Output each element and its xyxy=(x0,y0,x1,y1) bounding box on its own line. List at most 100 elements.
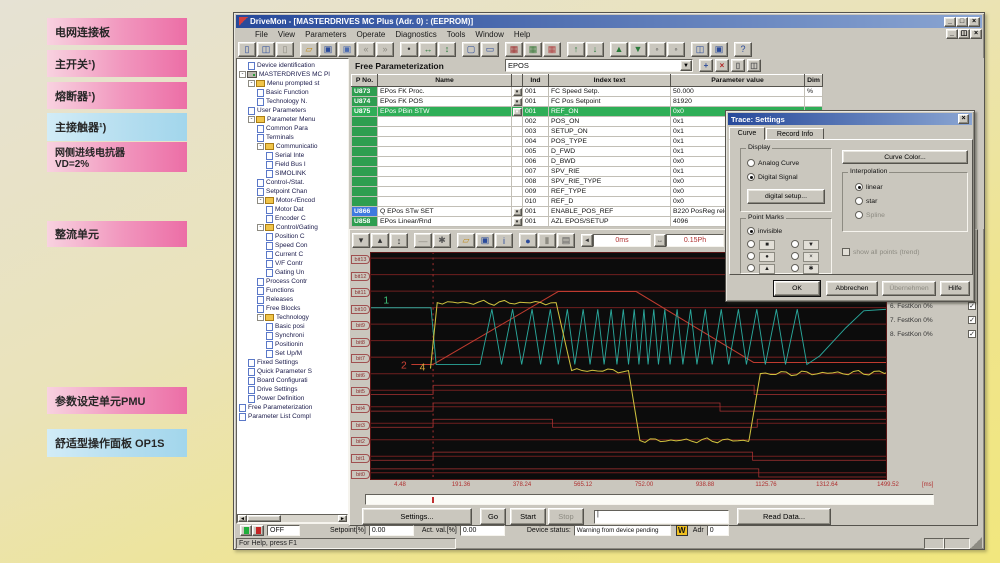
tree-expand-icon[interactable]: - xyxy=(257,197,264,204)
resize-grip[interactable] xyxy=(970,537,982,549)
undo-disabled-icon[interactable]: « xyxy=(357,42,375,57)
dialog-title-bar[interactable]: Trace: Settings × xyxy=(728,113,972,125)
child-minimize-button[interactable]: _ xyxy=(946,29,958,39)
column-header[interactable] xyxy=(512,75,523,87)
tree-item[interactable]: Encoder C xyxy=(237,214,348,223)
index-dropdown-icon[interactable]: ▾ xyxy=(513,218,522,226)
field-prefix-icon[interactable]: ↔ xyxy=(654,234,666,247)
scroll-right-button[interactable]: ► xyxy=(338,515,347,522)
menu-item-window[interactable]: Window xyxy=(470,30,508,39)
tree-item[interactable]: -Technology xyxy=(237,313,348,322)
tree-item[interactable]: User Parameters xyxy=(237,106,348,115)
scroll-thumb[interactable] xyxy=(247,515,281,522)
pause-icon[interactable]: ▮ xyxy=(538,233,556,248)
dot-a-icon[interactable]: ◦ xyxy=(648,42,666,57)
radio-mark[interactable] xyxy=(747,240,755,248)
radio-interp-spline[interactable]: Spline xyxy=(855,211,885,219)
tree-item[interactable]: Speed Con xyxy=(237,241,348,250)
ok-button[interactable]: OK xyxy=(774,281,820,296)
close-button[interactable]: × xyxy=(968,17,980,27)
chevron-down-icon[interactable]: ▼ xyxy=(680,60,692,71)
tree-item[interactable]: Free Parameterization xyxy=(237,403,348,412)
curve-color-button[interactable]: Curve Color... xyxy=(842,150,968,164)
delete-parameter-button[interactable]: × xyxy=(715,59,729,72)
radio-analog-curve[interactable]: Analog Curve xyxy=(747,159,799,167)
tree-item[interactable]: -Menu prompted st xyxy=(237,79,348,88)
info-icon[interactable]: i xyxy=(495,233,513,248)
copy-list-button[interactable]: ◫ xyxy=(747,59,761,72)
radio-mark[interactable] xyxy=(791,240,799,248)
tree-item[interactable]: -Communicatio xyxy=(237,142,348,151)
ball-icon[interactable]: ● xyxy=(519,233,537,248)
read-data-button[interactable]: Read Data... xyxy=(737,508,831,525)
parameter-set-combo[interactable]: EPOS ▼ xyxy=(505,59,693,72)
tree-item[interactable]: Free Blocks xyxy=(237,304,348,313)
abbrechen-button[interactable]: Abbrechen xyxy=(826,281,878,296)
radio-mark[interactable] xyxy=(747,264,755,272)
radio-mark[interactable] xyxy=(747,252,755,260)
child-close-button[interactable]: × xyxy=(970,29,982,39)
tree-item[interactable]: Power Definition xyxy=(237,394,348,403)
tree-item[interactable]: Setpoint Chan xyxy=(237,187,348,196)
param-multi-icon[interactable]: ▦ xyxy=(524,42,542,57)
save-icon[interactable]: ▣ xyxy=(319,42,337,57)
param-x-icon[interactable]: ▦ xyxy=(543,42,561,57)
settings-button[interactable]: Settings... xyxy=(362,508,472,525)
column-header[interactable]: Parameter value xyxy=(671,75,805,87)
tree-item[interactable]: Fixed Settings xyxy=(237,358,348,367)
cascade-window-icon[interactable]: ▣ xyxy=(710,42,728,57)
tree-item[interactable]: Current C xyxy=(237,250,348,259)
menu-item-tools[interactable]: Tools xyxy=(442,30,471,39)
tree-item[interactable]: -Control/Gating xyxy=(237,223,348,232)
new-doc-icon[interactable]: ▯ xyxy=(238,42,256,57)
digital-setup-button[interactable]: digital setup... xyxy=(747,189,825,204)
tree-item[interactable]: Synchroni xyxy=(237,331,348,340)
tree-item[interactable]: Field Bus I xyxy=(237,160,348,169)
tree-item[interactable]: Basic posi xyxy=(237,322,348,331)
folder-open-icon[interactable]: ▱ xyxy=(457,233,475,248)
download-icon[interactable]: ↓ xyxy=(586,42,604,57)
tree-item[interactable]: Motor Dat xyxy=(237,205,348,214)
tree-item[interactable]: Positionin xyxy=(237,340,348,349)
index-dropdown-icon[interactable]: ▾ xyxy=(513,208,522,216)
trace-message-field[interactable]: | xyxy=(594,510,729,524)
column-header[interactable]: Name xyxy=(378,75,512,87)
show-all-points-checkbox[interactable]: show all points (trend) xyxy=(842,248,920,256)
table-row[interactable]: U873EPos FK Proc.▾001FC Speed Setp.50.00… xyxy=(352,87,823,97)
legend-checkbox[interactable]: ✓ xyxy=(968,316,976,324)
time-cursor-field[interactable]: 0ms xyxy=(593,234,651,247)
target-icon[interactable]: • xyxy=(400,42,418,57)
cursor-off-icon[interactable]: — xyxy=(414,233,432,248)
field-prefix-icon[interactable]: ◄ xyxy=(581,234,593,247)
tree-item[interactable]: Terminals xyxy=(237,133,348,142)
index-dropdown-icon[interactable]: ▾ xyxy=(513,108,522,116)
tree-item[interactable]: Functions xyxy=(237,286,348,295)
open-doc-icon[interactable]: ◫ xyxy=(257,42,275,57)
time-scrollbar[interactable] xyxy=(365,494,934,505)
power-off-led-button[interactable] xyxy=(252,525,264,536)
power-on-led-button[interactable] xyxy=(240,525,252,536)
tree-item[interactable]: Gating Un xyxy=(237,268,348,277)
column-header[interactable]: Ind xyxy=(523,75,549,87)
dot-b-icon[interactable]: ◦ xyxy=(667,42,685,57)
menu-item-diagnostics[interactable]: Diagnostics xyxy=(390,30,441,39)
help-icon[interactable]: ? xyxy=(734,42,752,57)
tree-item[interactable]: Quick Parameter S xyxy=(237,367,348,376)
radio-mark[interactable] xyxy=(791,264,799,272)
zoom-y-out-icon[interactable]: ▴ xyxy=(371,233,389,248)
column-header[interactable]: Index text xyxy=(549,75,671,87)
folder-open-icon[interactable]: ▱ xyxy=(300,42,318,57)
child-restore-button[interactable]: ◫ xyxy=(958,29,970,39)
tree-item[interactable]: Control-/Stat. xyxy=(237,178,348,187)
tree-item[interactable]: SIMOLINK xyxy=(237,169,348,178)
upload-icon[interactable]: ↑ xyxy=(567,42,585,57)
tree-item[interactable]: Releases xyxy=(237,295,348,304)
save-icon[interactable]: ▣ xyxy=(476,233,494,248)
step-down-icon[interactable]: ▼ xyxy=(629,42,647,57)
go-button[interactable]: Go xyxy=(480,508,506,525)
step-up-icon[interactable]: ▲ xyxy=(610,42,628,57)
maximize-button[interactable]: □ xyxy=(956,17,968,27)
tree-item[interactable]: Serial Inte xyxy=(237,151,348,160)
tree-item[interactable]: -Parameter Menu xyxy=(237,115,348,124)
dialog-close-icon[interactable]: × xyxy=(958,114,969,124)
